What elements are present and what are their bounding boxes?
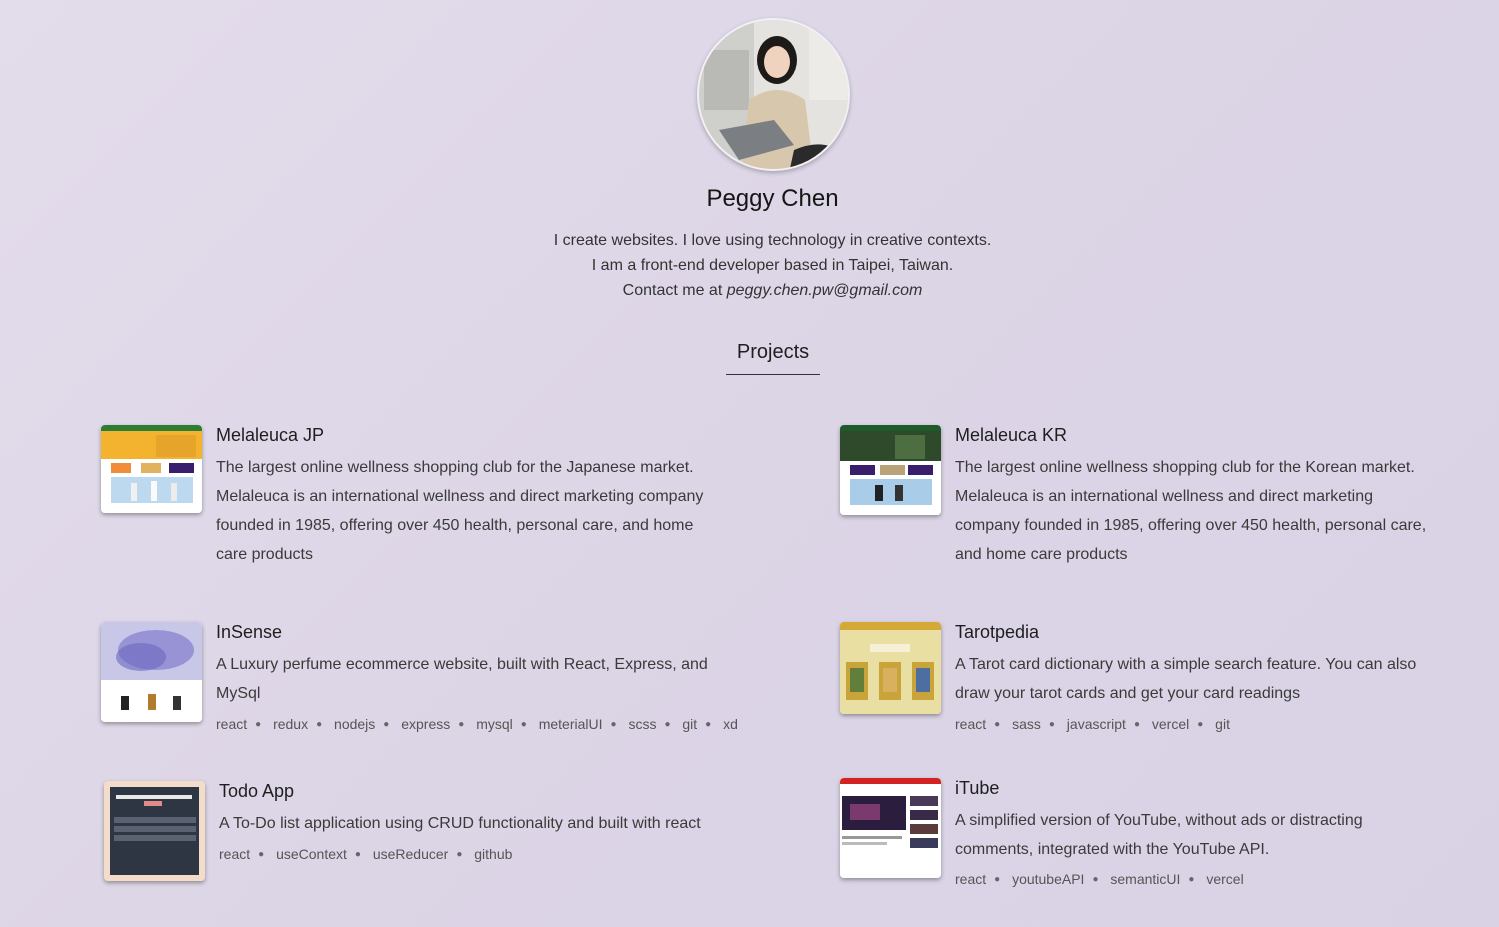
project-description: A To-Do list application using CRUD func… (219, 815, 701, 832)
tag: react (955, 871, 987, 887)
tag: javascript (1066, 716, 1126, 732)
tag: sass (1012, 716, 1041, 732)
project-title[interactable]: InSense (216, 622, 282, 643)
tag: youtubeAPI (1012, 871, 1085, 887)
project-tags: react ● sass ● javascript ● vercel ● git (955, 716, 1230, 732)
tag-separator: ● (994, 719, 1001, 730)
email-link[interactable]: peggy.chen.pw@gmail.com (727, 282, 923, 299)
tag: react (219, 846, 251, 862)
tag: redux (273, 716, 309, 732)
tag-separator: ● (456, 849, 463, 860)
project-thumbnail[interactable] (840, 425, 941, 515)
tag-separator: ● (1133, 719, 1140, 730)
bio-line-2: I am a front-end developer based in Taip… (591, 257, 954, 274)
tag-separator: ● (255, 719, 262, 730)
tag-separator: ● (458, 719, 465, 730)
avatar (697, 18, 850, 171)
tag: nodejs (334, 716, 376, 732)
projects-heading: Projects (726, 341, 820, 375)
thumbnail-image (840, 425, 941, 515)
contact-prefix: Contact me at (622, 282, 723, 299)
tag: github (474, 846, 513, 862)
tag: useReducer (372, 846, 449, 862)
tag-separator: ● (520, 719, 527, 730)
tag: git (682, 716, 698, 732)
thumbnail-image (104, 781, 205, 881)
project-description: A simplified version of YouTube, without… (955, 812, 1363, 858)
tag-separator: ● (383, 719, 390, 730)
tag: semanticUI (1110, 871, 1181, 887)
thumbnail-image (840, 778, 941, 878)
tag-separator: ● (1197, 719, 1204, 730)
tag: vercel (1206, 871, 1244, 887)
thumbnail-image (101, 425, 202, 513)
tag-separator: ● (994, 874, 1001, 885)
profile-bio: I create websites. I love using technolo… (0, 228, 1499, 303)
tag: mysql (476, 716, 513, 732)
tag: xd (723, 716, 738, 732)
thumbnail-image (101, 622, 202, 722)
tag: meterialUI (538, 716, 603, 732)
project-tags: react ● useContext ● useReducer ● github (219, 846, 512, 862)
tag-separator: ● (1092, 874, 1099, 885)
bio-line-1: I create websites. I love using technolo… (553, 232, 992, 249)
bio-contact: Contact me at peggy.chen.pw@gmail.com (0, 278, 1499, 303)
project-description: The largest online wellness shopping clu… (955, 459, 1427, 563)
tag: express (401, 716, 451, 732)
project-description: A Luxury perfume ecommerce website, buil… (216, 656, 708, 702)
project-title[interactable]: Todo App (219, 781, 294, 802)
project-title[interactable]: Melaleuca KR (955, 425, 1067, 446)
project-description: The largest online wellness shopping clu… (216, 459, 704, 563)
project-tags: react ● youtubeAPI ● semanticUI ● vercel (955, 871, 1244, 887)
tag-separator: ● (664, 719, 671, 730)
tag-separator: ● (705, 719, 712, 730)
tag: react (955, 716, 987, 732)
project-description: A Tarot card dictionary with a simple se… (955, 656, 1417, 702)
tag: react (216, 716, 248, 732)
profile-name: Peggy Chen (706, 185, 839, 212)
tag: vercel (1151, 716, 1190, 732)
project-title[interactable]: Melaleuca JP (216, 425, 324, 446)
tag-separator: ● (316, 719, 323, 730)
tag-separator: ● (610, 719, 617, 730)
tag-separator: ● (258, 849, 265, 860)
tag: useContext (276, 846, 347, 862)
project-thumbnail[interactable] (840, 622, 941, 714)
tag: scss (628, 716, 657, 732)
tag-separator: ● (1048, 719, 1055, 730)
tag-separator: ● (354, 849, 361, 860)
project-tags: react ● redux ● nodejs ● express ● mysql ● me… (216, 716, 738, 732)
tag: git (1215, 716, 1230, 732)
project-title[interactable]: iTube (955, 778, 999, 799)
avatar-photo (699, 20, 848, 169)
project-thumbnail[interactable] (840, 778, 941, 878)
thumbnail-image (840, 622, 941, 714)
project-thumbnail[interactable] (101, 425, 202, 513)
project-title[interactable]: Tarotpedia (955, 622, 1039, 643)
tag-separator: ● (1188, 874, 1195, 885)
project-thumbnail[interactable] (104, 781, 205, 881)
project-thumbnail[interactable] (101, 622, 202, 722)
